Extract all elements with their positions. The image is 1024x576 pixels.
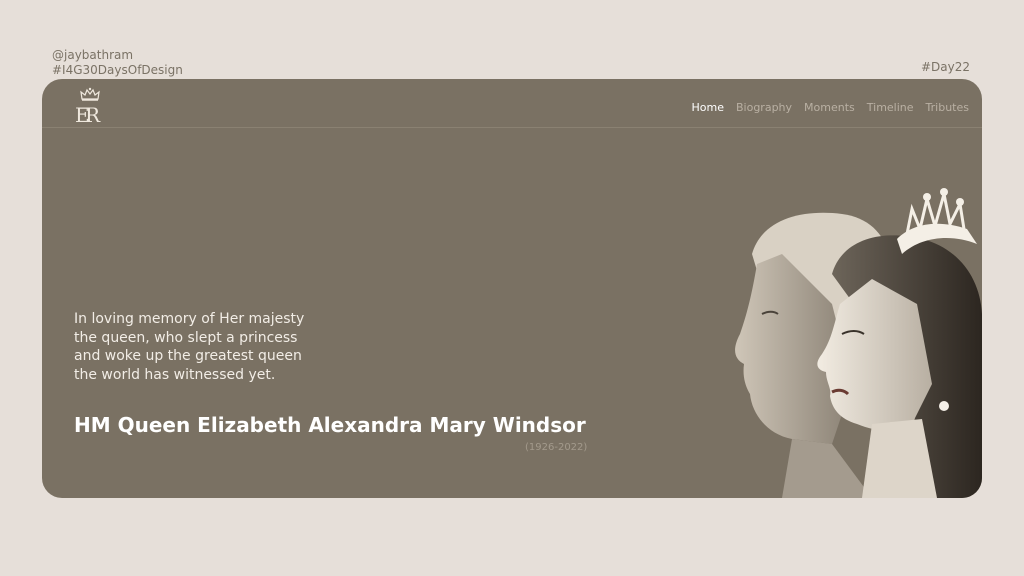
challenge-hashtag: #I4G30DaysOfDesign	[52, 63, 183, 77]
nav-menu: Home Biography Moments Timeline Tributes	[692, 101, 970, 114]
navbar: E R Home Biography Moments Timeline Tributes	[42, 79, 982, 128]
svg-text:R: R	[85, 103, 101, 125]
nav-link-tributes[interactable]: Tributes	[926, 101, 969, 114]
nav-link-home[interactable]: Home	[692, 101, 724, 114]
tagline-line: In loving memory of Her majesty	[74, 311, 305, 327]
tagline-line: the world has witnessed yet.	[74, 366, 276, 383]
memorial-tagline: In loving memory of Her majesty the queen…	[74, 310, 374, 384]
queen-portrait-image	[735, 188, 982, 498]
nav-link-biography[interactable]: Biography	[736, 101, 792, 114]
royal-cypher-logo[interactable]: E R	[73, 87, 107, 125]
queen-name: HM Queen Elizabeth Alexandra Mary Windso…	[74, 413, 586, 437]
nav-link-timeline[interactable]: Timeline	[867, 101, 914, 114]
life-years: (1926-2022)	[525, 442, 588, 453]
tagline-line: the queen, who slept a princess	[74, 329, 298, 346]
author-handle: @jaybathram	[52, 48, 134, 62]
nav-link-moments[interactable]: Moments	[804, 101, 855, 114]
tagline-line: and woke up the greatest queen	[74, 348, 302, 364]
hero-card: E R Home Biography Moments Timeline Tributes…	[42, 79, 982, 498]
day-tag: #Day22	[920, 60, 970, 74]
header-meta: @jaybathram #I4G30DaysOfDesign	[52, 48, 183, 78]
